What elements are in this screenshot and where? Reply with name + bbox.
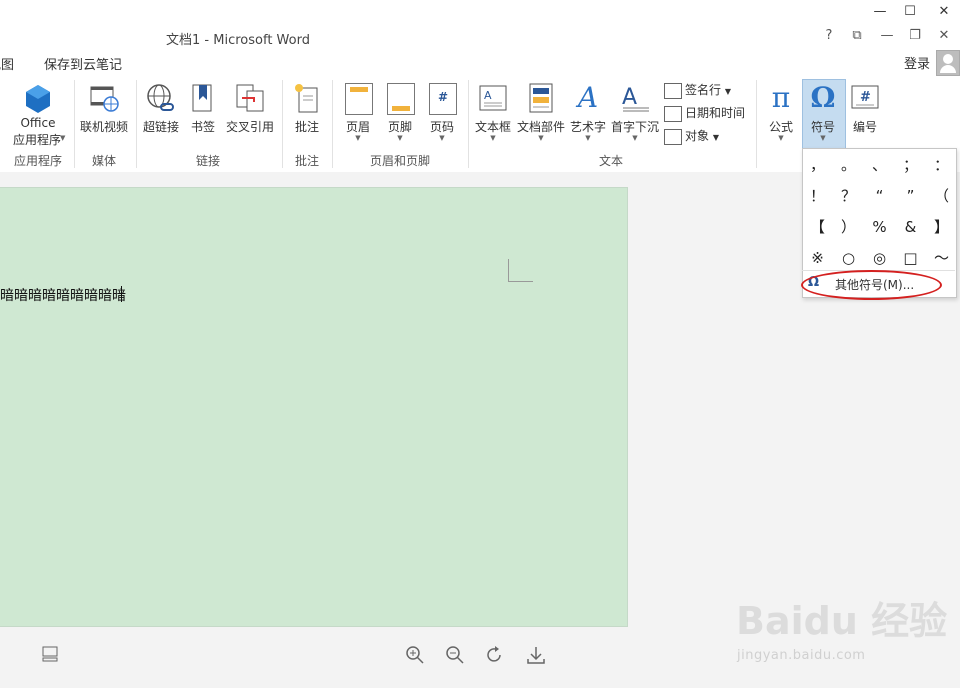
comment-button[interactable]: 批注 (288, 82, 326, 152)
symbol-cell[interactable]: ， (802, 150, 833, 181)
doc-restore-button[interactable]: ❐ (904, 28, 926, 48)
office-apps-icon (26, 85, 50, 113)
group-comments-label: 批注 (294, 154, 319, 168)
online-video-button[interactable]: 联机视频 (78, 82, 130, 152)
ribbon-display-button[interactable]: ⧉ (846, 28, 868, 48)
doc-minimize-button[interactable]: — (876, 28, 898, 48)
svg-text:A: A (622, 85, 637, 110)
doc-parts-button[interactable]: 文档部件 ▼ (516, 82, 566, 152)
header-icon (342, 82, 374, 115)
doc-parts-icon (529, 83, 553, 113)
rotate-icon[interactable] (484, 645, 506, 667)
symbol-cell[interactable]: ： (926, 150, 957, 181)
office-apps-button[interactable]: Office 应用程序 ▼ (6, 82, 70, 152)
film-globe-icon (90, 86, 119, 112)
watermark-logo: Baidu 经验 (736, 599, 948, 643)
symbol-cell[interactable]: 。 (833, 150, 864, 181)
menu-view[interactable]: 视图 (0, 54, 14, 73)
footer-button[interactable]: 页脚 ▼ (380, 82, 420, 152)
symbol-cell[interactable]: ） (833, 212, 864, 243)
login-link[interactable]: 登录 (904, 53, 930, 72)
wordart-icon: A (577, 81, 599, 114)
symbol-cell[interactable]: （ (926, 181, 957, 212)
document-text[interactable]: 暗暗暗暗暗暗暗暗暗 (0, 285, 126, 305)
textbox-icon: A (479, 85, 507, 111)
close-button[interactable]: ✕ (932, 4, 956, 22)
footer-icon (384, 82, 416, 115)
symbol-cell[interactable]: 、 (864, 150, 895, 181)
zoom-in-icon[interactable] (404, 645, 426, 667)
cross-reference-button[interactable]: 交叉引用 (224, 82, 276, 152)
hyperlink-button[interactable]: 超链接 (140, 82, 182, 152)
drop-cap-icon: A (622, 85, 649, 112)
symbol-cell[interactable]: % (864, 212, 895, 243)
omega-icon: Ω (810, 81, 836, 114)
page-number-button[interactable]: # 页码 ▼ (422, 82, 462, 152)
bookmark-icon (192, 84, 212, 112)
symbol-cell[interactable]: “ (864, 181, 895, 212)
doc-close-button[interactable]: ✕ (933, 28, 955, 48)
number-button[interactable]: # 编号 (846, 82, 884, 152)
annotation-ellipse (801, 270, 942, 300)
watermark-url: jingyan.baidu.com (737, 648, 866, 663)
layout-icon[interactable] (39, 645, 61, 667)
menu-save-cloud-note[interactable]: 保存到云笔记 (44, 54, 122, 73)
zoom-out-icon[interactable] (444, 645, 466, 667)
symbol-cell[interactable]: & (895, 212, 926, 243)
group-header-footer-label: 页眉和页脚 (369, 154, 430, 168)
symbol-cell[interactable]: ！ (802, 181, 833, 212)
equation-button[interactable]: π 公式 ▼ (762, 82, 800, 152)
date-time-button[interactable]: 日期和时间 (664, 104, 745, 126)
download-icon[interactable] (525, 645, 547, 667)
numbering-icon: # (851, 85, 879, 109)
textbox-button[interactable]: A 文本框 ▼ (472, 82, 514, 152)
symbol-cell[interactable]: 【 (802, 212, 833, 243)
maximize-button[interactable]: ☐ (898, 4, 922, 22)
help-button[interactable]: ? (818, 28, 840, 48)
group-apps-label: 应用程序 (13, 154, 62, 168)
minimize-button[interactable]: — (868, 4, 892, 22)
signature-line-button[interactable]: 签名行 ▼ (664, 81, 731, 103)
comment-icon (295, 84, 318, 113)
symbol-cell[interactable]: ” (895, 181, 926, 212)
globe-link-icon (147, 84, 174, 111)
bookmark-button[interactable]: 书签 (186, 82, 220, 152)
pi-icon: π (771, 81, 791, 114)
page-number-icon: # (426, 82, 458, 115)
avatar[interactable] (936, 50, 960, 76)
margin-corner-mark (508, 259, 533, 282)
symbol-cell[interactable]: ； (895, 150, 926, 181)
window-title: 文档1 - Microsoft Word (166, 33, 310, 48)
group-media-label: 媒体 (91, 154, 116, 168)
cross-reference-icon (236, 84, 264, 112)
calendar-clock-icon (664, 105, 682, 122)
document-page[interactable] (0, 187, 628, 627)
symbol-cell[interactable]: 】 (926, 212, 957, 243)
signature-icon (664, 82, 682, 99)
svg-text:A: A (484, 89, 492, 102)
header-button[interactable]: 页眉 ▼ (338, 82, 378, 152)
drop-cap-button[interactable]: A 首字下沉 ▼ (610, 82, 660, 152)
svg-text:#: # (860, 90, 871, 105)
group-text-label: 文本 (598, 154, 623, 168)
object-button[interactable]: 对象 ▼ (664, 127, 719, 149)
symbol-button[interactable]: Ω 符号 ▼ (802, 82, 844, 152)
wordart-button[interactable]: A 艺术字 ▼ (568, 82, 608, 152)
symbol-cell[interactable]: ？ (833, 181, 864, 212)
group-links-label: 链接 (195, 154, 220, 168)
text-cursor (121, 286, 122, 302)
object-icon (664, 128, 682, 145)
